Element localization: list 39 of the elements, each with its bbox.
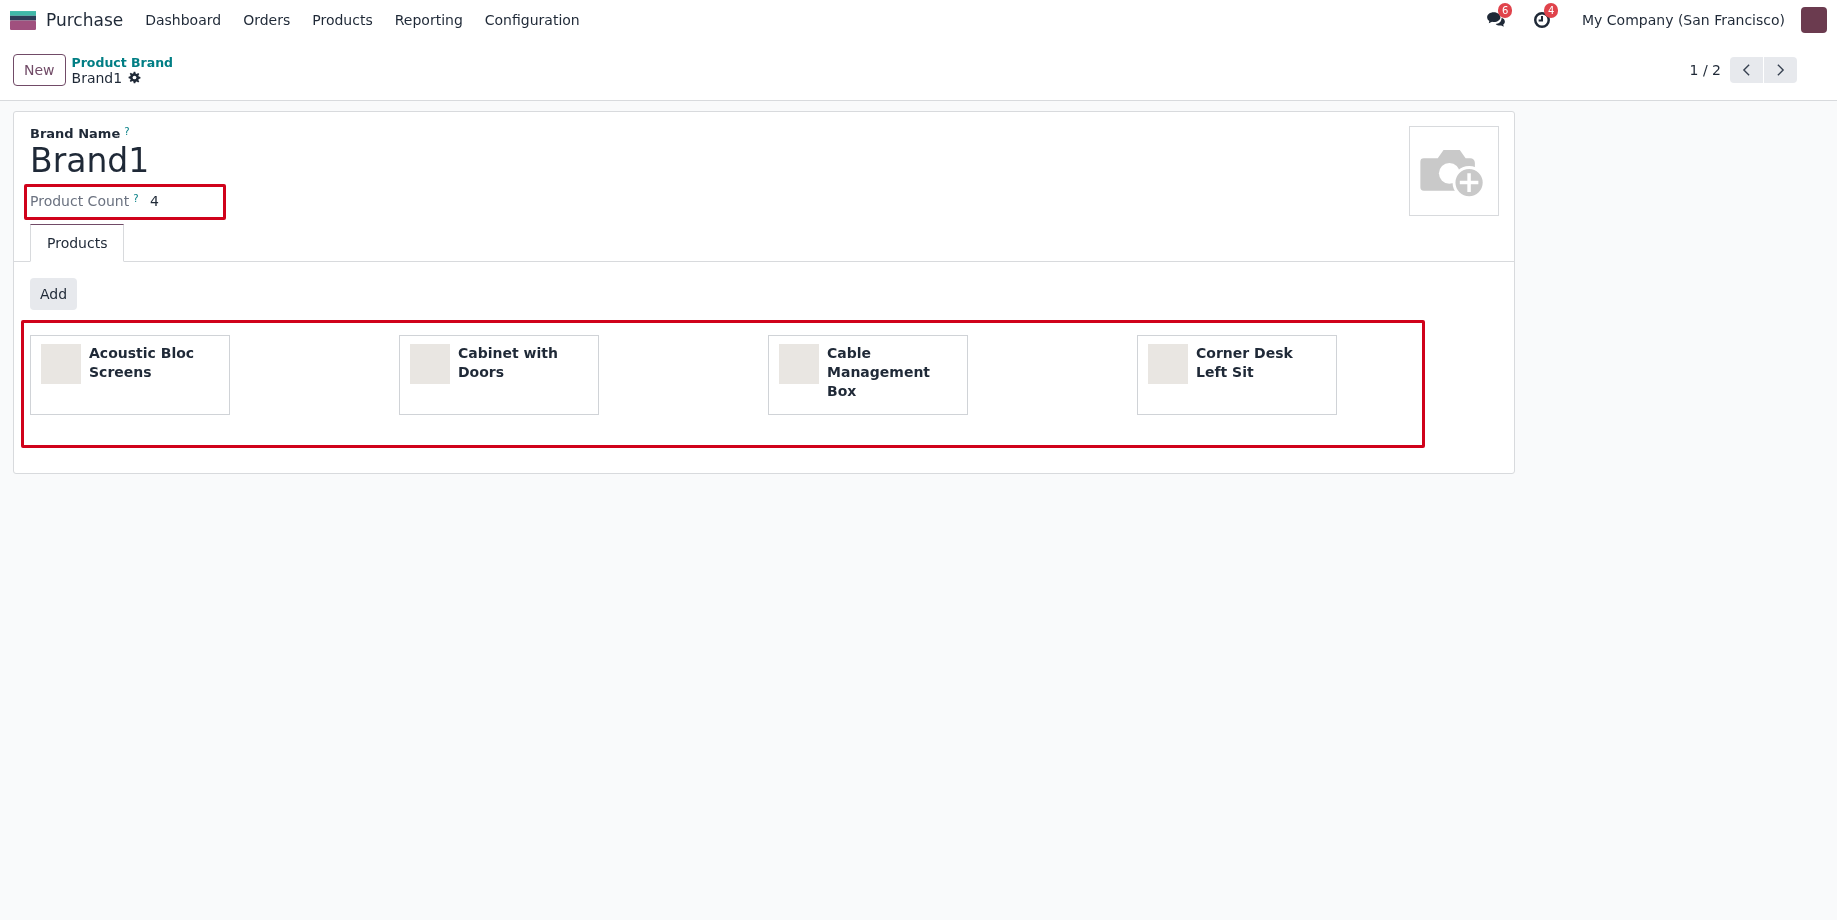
product-name: Cabinet with Doors [458, 344, 559, 382]
tab[interactable]: Products [30, 224, 125, 262]
field-label: Brand Name [30, 126, 121, 141]
product-card[interactable]: Cable Management Box [768, 335, 968, 415]
notification-badge: 6 [1498, 3, 1513, 18]
app-name-link[interactable]: Purchase [46, 10, 124, 30]
product-card[interactable]: Corner Desk Left Sit [1137, 335, 1337, 415]
photo-placeholder [1148, 344, 1188, 384]
app-icon[interactable] [10, 10, 36, 30]
pager-value: 1 / 2 [1689, 62, 1721, 78]
breadcrumb-link[interactable]: Product Brand [71, 54, 174, 70]
menu-item[interactable]: Products [312, 12, 373, 28]
product-count-value: 4 [150, 193, 159, 209]
photo-placeholder [410, 344, 450, 384]
new-button[interactable]: New [13, 54, 66, 86]
record-name: Brand1 [71, 69, 123, 86]
add-button[interactable]: Add [30, 278, 78, 310]
photo-placeholder [41, 344, 81, 384]
notification-badge: 4 [1544, 3, 1559, 18]
menu-item[interactable]: Dashboard [145, 12, 222, 28]
product-name: Cable Management Box [827, 344, 932, 401]
company-switcher[interactable]: My Company (San Francisco) [1582, 12, 1785, 28]
field-label: Product Count [30, 193, 130, 209]
previous-button[interactable] [1730, 57, 1763, 83]
product-name: Acoustic Bloc Screens [89, 344, 196, 382]
next-button[interactable] [1764, 57, 1797, 83]
product-card[interactable]: Cabinet with Doors [399, 335, 599, 415]
menu-item[interactable]: Configuration [484, 12, 580, 28]
photo-placeholder [779, 344, 819, 384]
menu-item[interactable]: Orders [243, 12, 291, 28]
product-card[interactable]: Acoustic Bloc Screens [30, 335, 230, 415]
brand-name-field[interactable]: Brand1 [30, 141, 159, 180]
chevron-right-icon [1776, 63, 1785, 77]
help-tooltip[interactable]: ? [133, 193, 139, 204]
help-tooltip[interactable]: ? [124, 126, 130, 137]
menu-item[interactable]: Reporting [394, 12, 463, 28]
chevron-left-icon [1742, 63, 1751, 77]
product-name: Corner Desk Left Sit [1196, 344, 1294, 382]
settings-icon[interactable] [128, 71, 142, 84]
